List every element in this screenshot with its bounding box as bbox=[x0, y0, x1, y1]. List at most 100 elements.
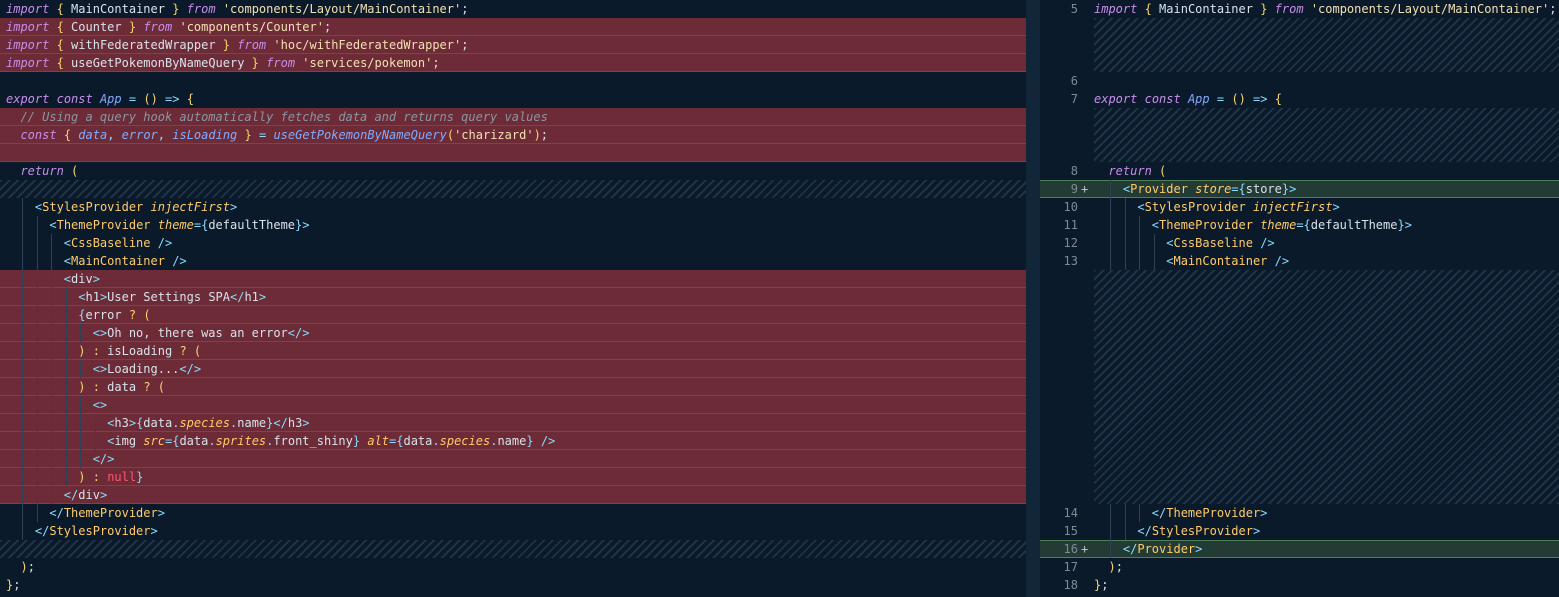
code-token: ( bbox=[1159, 164, 1167, 178]
code-token: ; bbox=[13, 578, 21, 592]
line-content: <StylesProvider injectFirst> bbox=[1094, 198, 1339, 216]
code-line[interactable]: 11 <ThemeProvider theme={defaultTheme}> bbox=[1040, 216, 1559, 234]
code-token: ThemeProvider bbox=[63, 506, 158, 520]
code-line[interactable]: 12 <CssBaseline /> bbox=[1040, 234, 1559, 252]
code-line[interactable]: 10 <StylesProvider injectFirst> bbox=[1040, 198, 1559, 216]
code-line[interactable]: import { MainContainer } from 'component… bbox=[0, 0, 1026, 18]
code-line[interactable]: </StylesProvider> bbox=[0, 522, 1026, 540]
code-line[interactable]: 14 </ThemeProvider> bbox=[1040, 504, 1559, 522]
code-token: theme bbox=[157, 218, 194, 232]
code-token: import bbox=[6, 20, 50, 34]
code-token: , bbox=[157, 128, 166, 142]
code-token: <> bbox=[92, 326, 108, 340]
removed-line[interactable]: <img src={data.sprites.front_shiny} alt=… bbox=[0, 432, 1026, 450]
code-line[interactable]: 15 </StylesProvider> bbox=[1040, 522, 1559, 540]
code-token: div bbox=[78, 488, 100, 502]
code-token: ={ bbox=[1296, 218, 1311, 232]
removed-line[interactable]: // Using a query hook automatically fetc… bbox=[0, 108, 1026, 126]
line-content: }; bbox=[6, 576, 20, 594]
code-line[interactable]: <StylesProvider injectFirst> bbox=[0, 198, 1026, 216]
code-line[interactable]: 7 export const App = () => { bbox=[1040, 90, 1559, 108]
removed-line[interactable]: ) : data ? ( bbox=[0, 378, 1026, 396]
code-line[interactable]: </ThemeProvider> bbox=[0, 504, 1026, 522]
removed-line[interactable]: <>Loading...</> bbox=[0, 360, 1026, 378]
removed-line[interactable]: <> bbox=[0, 396, 1026, 414]
line-content: <CssBaseline /> bbox=[1094, 234, 1275, 252]
line-content: ) : data ? ( bbox=[6, 378, 165, 396]
code-token: ={ bbox=[193, 218, 209, 232]
code-token: > bbox=[1260, 506, 1268, 520]
code-token: StylesProvider bbox=[49, 524, 151, 538]
code-token: MainContainer bbox=[1173, 254, 1268, 268]
line-content: <img src={data.sprites.front_shiny} alt=… bbox=[6, 432, 555, 450]
code-token: /> bbox=[157, 236, 173, 250]
added-line[interactable]: 16 + </Provider> bbox=[1040, 540, 1559, 558]
code-token: { bbox=[56, 2, 64, 16]
modified-file-pane[interactable]: 5 import { MainContainer } from 'componen… bbox=[1040, 0, 1559, 597]
removed-line[interactable]: </div> bbox=[0, 486, 1026, 504]
code-token: ( bbox=[157, 380, 166, 394]
code-line[interactable]: 13 <MainContainer /> bbox=[1040, 252, 1559, 270]
code-line[interactable]: 8 return ( bbox=[1040, 162, 1559, 180]
code-token: ; bbox=[432, 56, 440, 70]
pane-divider[interactable] bbox=[1026, 0, 1040, 597]
code-token: </ bbox=[230, 290, 245, 304]
code-token: data bbox=[99, 380, 144, 394]
removed-line[interactable]: import { useGetPokemonByNameQuery } from… bbox=[0, 54, 1026, 72]
removed-line[interactable]: <>Oh no, there was an error</> bbox=[0, 324, 1026, 342]
diff-filler-hatch bbox=[1094, 18, 1559, 72]
code-token: const bbox=[20, 128, 57, 142]
code-token: useGetPokemonByNameQuery bbox=[273, 128, 447, 142]
removed-line[interactable]: ) : null} bbox=[0, 468, 1026, 486]
code-line[interactable]: 17 ); bbox=[1040, 558, 1559, 576]
code-token: }> bbox=[1281, 182, 1297, 196]
code-line[interactable]: ); bbox=[0, 558, 1026, 576]
code-token: } bbox=[128, 20, 137, 34]
code-line[interactable]: <ThemeProvider theme={defaultTheme}> bbox=[0, 216, 1026, 234]
code-line[interactable]: <CssBaseline /> bbox=[0, 234, 1026, 252]
removed-line[interactable]: import { withFederatedWrapper } from 'ho… bbox=[0, 36, 1026, 54]
code-line[interactable]: }; bbox=[0, 576, 1026, 594]
code-line[interactable]: return ( bbox=[0, 162, 1026, 180]
code-token: 'components/Counter' bbox=[179, 20, 324, 34]
removed-line[interactable]: import { Counter } from 'components/Coun… bbox=[0, 18, 1026, 36]
code-token: /> bbox=[1260, 236, 1275, 250]
removed-line[interactable]: {error ? ( bbox=[0, 306, 1026, 324]
code-token: error bbox=[121, 128, 158, 142]
code-token: : bbox=[92, 470, 100, 484]
code-token: species bbox=[179, 416, 231, 430]
code-token: { bbox=[56, 38, 64, 52]
removed-line[interactable]: </> bbox=[0, 450, 1026, 468]
removed-line[interactable]: <h1>User Settings SPA</h1> bbox=[0, 288, 1026, 306]
code-line[interactable] bbox=[0, 72, 1026, 90]
code-line[interactable]: 18}; bbox=[1040, 576, 1559, 594]
removed-line[interactable]: <div> bbox=[0, 270, 1026, 288]
code-token: </ bbox=[1151, 506, 1167, 520]
removed-line[interactable]: <h3>{data.species.name}</h3> bbox=[0, 414, 1026, 432]
original-file-pane[interactable]: import { MainContainer } from 'component… bbox=[0, 0, 1026, 597]
code-token: ={ bbox=[1231, 182, 1246, 196]
removed-line[interactable] bbox=[0, 144, 1026, 162]
removed-line[interactable]: const { data, error, isLoading } = useGe… bbox=[0, 126, 1026, 144]
code-token: => bbox=[165, 92, 180, 106]
code-line[interactable]: <MainContainer /> bbox=[0, 252, 1026, 270]
code-line[interactable]: 5 import { MainContainer } from 'componen… bbox=[1040, 0, 1559, 18]
added-line[interactable]: 9 + <Provider store={store}> bbox=[1040, 180, 1559, 198]
code-token: > bbox=[1195, 542, 1203, 556]
code-token: } bbox=[222, 38, 231, 52]
line-content: <CssBaseline /> bbox=[6, 234, 172, 252]
code-token: data bbox=[78, 128, 108, 142]
code-line[interactable]: 6 bbox=[1040, 72, 1559, 90]
diff-add-marker: + bbox=[1081, 182, 1089, 196]
code-token: from bbox=[143, 20, 173, 34]
removed-line[interactable]: ) : isLoading ? ( bbox=[0, 342, 1026, 360]
code-line[interactable]: export const App = () => { bbox=[0, 90, 1026, 108]
